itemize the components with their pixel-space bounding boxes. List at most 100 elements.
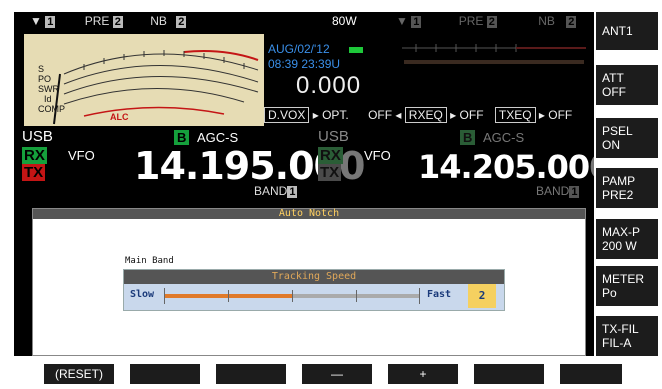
sub-mode: USB <box>318 128 349 145</box>
main-mode: USB <box>22 128 53 145</box>
main-band-indicator: BAND 1 <box>254 184 298 198</box>
auto-notch-dialog: Auto Notch Main Band Tracking Speed Slow… <box>32 208 586 356</box>
preamp-number: 2 <box>112 16 123 28</box>
main-tx-tag: TX <box>22 164 46 182</box>
softkey-tx-filter[interactable]: TX-FIL FIL-A <box>596 316 658 356</box>
sub-frequency-last-digit: 0 <box>589 148 594 186</box>
sub-vfo-label: VFO <box>364 148 391 163</box>
softkey-label: PAMP <box>602 174 636 188</box>
softkey-label: MAX-P <box>602 225 641 239</box>
txeq-button[interactable]: TXEQ <box>494 107 536 123</box>
chevron-right-icon: ▸ <box>312 108 319 122</box>
sub-s-meter-bar <box>402 44 586 64</box>
radio-display-frame: ▼ 1 PRE 2 NB 2 80W ▼ 1 PRE 2 NB 2 S PO S… <box>0 0 662 389</box>
softkey-f3[interactable] <box>216 364 286 384</box>
nb-number: 2 <box>176 16 187 28</box>
softkey-att[interactable]: ATT OFF <box>596 65 658 105</box>
ant-number: 1 <box>45 16 56 28</box>
slider-tick <box>356 290 357 302</box>
dvox-button[interactable]: D.VOX <box>264 107 310 123</box>
rxeq-off-left: OFF <box>368 108 393 122</box>
meter-label-alc: ALC <box>110 112 129 122</box>
softkey-sublabel: PRE2 <box>602 188 634 202</box>
tx-label: TX <box>22 164 46 181</box>
softkey-meter[interactable]: METER Po <box>596 266 658 306</box>
softkey-ant[interactable]: ANT1 <box>596 12 658 50</box>
status-bar-left: ▼ 1 PRE 2 NB 2 <box>30 14 187 28</box>
sub-frequency[interactable]: 14.205.000 <box>418 150 594 184</box>
meter-label-s: S <box>38 64 45 74</box>
softkey-label: ATT <box>602 71 624 85</box>
main-screen: ▼ 1 PRE 2 NB 2 80W ▼ 1 PRE 2 NB 2 S PO S… <box>14 12 594 356</box>
meter-scale-labels: S PO SWR Id COMP <box>38 64 65 114</box>
band-number: 1 <box>287 186 298 198</box>
meter-label-id: Id <box>44 94 52 104</box>
analog-meter: S PO SWR Id COMP ALC <box>24 34 264 126</box>
softkey-label: METER <box>602 272 644 286</box>
tx-delay-display: 0.000 <box>296 72 362 99</box>
chevron-right-icon: ▸ <box>538 108 545 122</box>
tracking-speed-panel: Tracking Speed Slow Fast 2 <box>123 269 505 311</box>
sub-tx-tag: TX <box>318 164 342 182</box>
softkey-label: ANT1 <box>602 24 633 38</box>
agc-label: AGC-S <box>483 130 525 145</box>
time-display: 08:39 23:39U <box>268 57 341 71</box>
antenna-icon: ▼ <box>396 14 408 28</box>
fast-label: Fast <box>427 289 452 300</box>
preamp-label: PRE <box>84 14 110 28</box>
softkey-f2[interactable] <box>130 364 200 384</box>
power-label: 80W <box>332 14 357 28</box>
main-agc: B AGC-S <box>174 130 238 145</box>
slider-tick <box>164 288 165 304</box>
ant-number: 1 <box>411 16 422 28</box>
softkey-f7[interactable] <box>560 364 622 384</box>
softkey-minus[interactable]: — <box>302 364 372 384</box>
sub-s-meter <box>396 34 592 74</box>
status-bar-right: ▼ 1 PRE 2 NB 2 <box>396 14 577 28</box>
main-vfo-label: VFO <box>68 148 95 163</box>
antenna-icon: ▼ <box>30 14 42 28</box>
sub-band-indicator: BAND 1 <box>536 184 580 198</box>
band-number: 1 <box>569 186 580 198</box>
opt-button[interactable]: OPT. <box>322 108 349 122</box>
softkey-reset[interactable]: (RESET) <box>44 364 114 384</box>
tx-label: TX <box>318 164 342 181</box>
softkey-sublabel: 200 W <box>602 239 637 253</box>
slider-tick <box>419 288 420 304</box>
txeq-off: OFF <box>548 108 573 122</box>
chevron-right-icon: ▸ <box>450 108 457 122</box>
meter-label-comp: COMP <box>38 104 65 114</box>
softkey-label: PSEL <box>602 124 633 138</box>
softkey-max-power[interactable]: MAX-P 200 W <box>596 219 658 259</box>
slider-tick <box>292 290 293 302</box>
function-row: D.VOX ▸ OPT. OFF ◂ RXEQ ▸ OFF TXEQ ▸ OFF <box>264 107 573 123</box>
rxeq-button[interactable]: RXEQ <box>404 107 447 123</box>
softkey-f6[interactable] <box>474 364 544 384</box>
date-text: AUG/02/'12 <box>268 42 330 56</box>
softkey-sublabel: ON <box>602 138 620 152</box>
rx-label: RX <box>318 147 343 164</box>
chevron-left-icon: ◂ <box>395 108 402 122</box>
softkey-psel[interactable]: PSEL ON <box>596 118 658 158</box>
sub-frequency-digits: 14.205.00 <box>418 148 590 186</box>
meter-label-swr: SWR <box>38 84 59 94</box>
nb-number: 2 <box>566 16 577 28</box>
tracking-speed-title: Tracking Speed <box>124 270 504 284</box>
main-band-section-label: Main Band <box>125 256 174 266</box>
softkey-label: TX-FIL <box>602 322 639 336</box>
softkey-sublabel: Po <box>602 286 617 300</box>
sub-rx-tag: RX <box>318 147 343 165</box>
tracking-speed-slider[interactable] <box>164 286 420 306</box>
band-label: BAND <box>254 184 288 198</box>
tracking-speed-value: 2 <box>468 284 496 308</box>
slow-label: Slow <box>130 289 155 300</box>
slider-tick <box>228 290 229 302</box>
main-rx-tag: RX <box>22 147 47 165</box>
softkey-sublabel: OFF <box>602 85 626 99</box>
main-frequency-digits: 14.195.00 <box>134 144 340 188</box>
softkey-sublabel: FIL-A <box>602 336 632 350</box>
softkey-plus[interactable]: + <box>388 364 458 384</box>
rxeq-off-right: OFF <box>459 108 484 122</box>
softkey-pamp[interactable]: PAMP PRE2 <box>596 168 658 208</box>
preamp-number: 2 <box>486 16 497 28</box>
